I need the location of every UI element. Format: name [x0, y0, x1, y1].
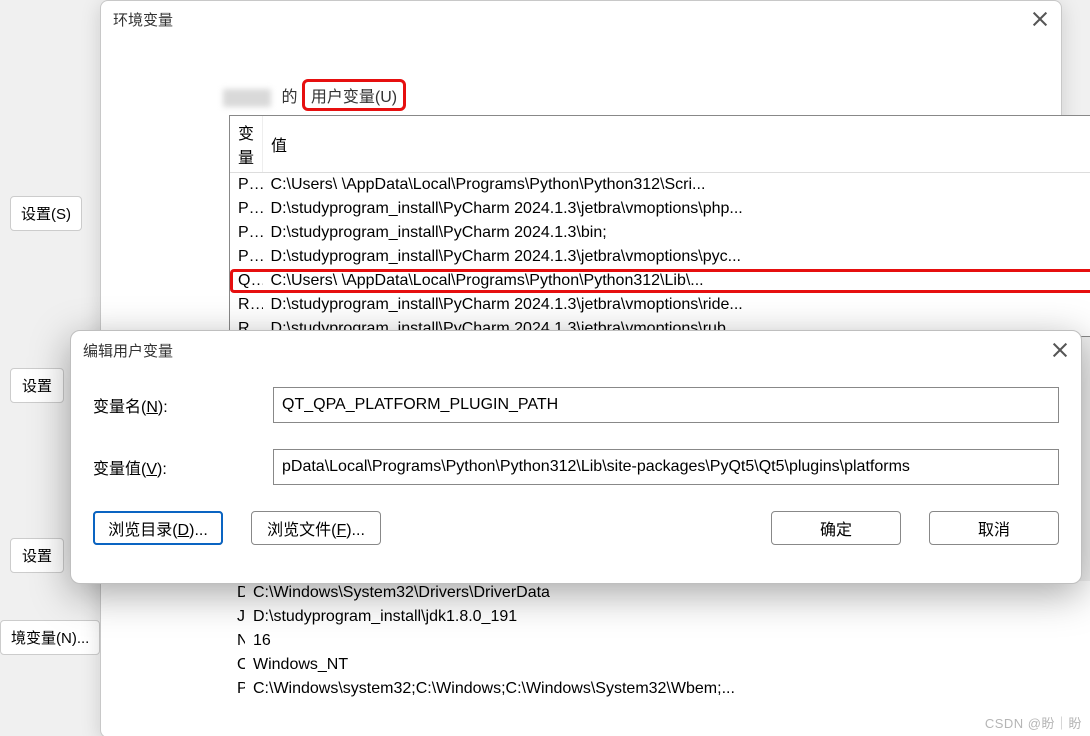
- browse-file-button[interactable]: 浏览文件(F)...: [251, 511, 381, 545]
- user-vars-section-label: 的 用户变量(U): [223, 79, 406, 111]
- close-icon[interactable]: [1031, 10, 1049, 28]
- cancel-button[interactable]: 取消: [929, 511, 1059, 545]
- settings-button-1[interactable]: 设置: [10, 368, 64, 403]
- browse-dir-button[interactable]: 浏览目录(D)...: [93, 511, 223, 545]
- settings-button-2[interactable]: 设置: [10, 538, 64, 573]
- table-row[interactable]: PyCharmD:\studyprogram_install\PyCharm 2…: [230, 221, 1090, 245]
- col-variable[interactable]: 变量: [230, 116, 263, 173]
- table-row[interactable]: QT_QPA_PLATFORM_PLUGI...C:\Users\ \AppDa…: [230, 269, 1090, 293]
- dialog-title: 编辑用户变量: [83, 340, 173, 361]
- close-icon[interactable]: [1051, 341, 1069, 359]
- user-vars-highlight: 用户变量(U): [302, 79, 406, 111]
- edit-user-variable-dialog: 编辑用户变量 变量名(N): 变量值(V): 浏览目录(D)... 浏览文件(F…: [70, 330, 1082, 584]
- table-row[interactable]: NUMBER_OF_PROCESSORS16: [229, 629, 1090, 653]
- table-row[interactable]: JAVA_HOMED:\studyprogram_install\jdk1.8.…: [229, 605, 1090, 629]
- var-name-label: 变量名(N):: [93, 393, 273, 417]
- env-vars-n-button[interactable]: 境变量(N)...: [0, 620, 100, 655]
- var-name-input[interactable]: [273, 387, 1059, 423]
- col-value[interactable]: 值: [263, 116, 1090, 173]
- settings-s-button[interactable]: 设置(S): [10, 196, 82, 231]
- user-vars-table[interactable]: 变量 值 PathC:\Users\ \AppData\Local\Progra…: [229, 115, 1090, 337]
- system-vars-table[interactable]: DriverDataC:\Windows\System32\Drivers\Dr…: [229, 581, 1090, 736]
- table-row[interactable]: OSWindows_NT: [229, 653, 1090, 677]
- username-blur: [223, 89, 271, 107]
- var-value-label: 变量值(V):: [93, 455, 273, 479]
- table-row[interactable]: PHPSTORM_VM_OPTIONSD:\studyprogram_insta…: [230, 197, 1090, 221]
- window-title: 环境变量: [113, 9, 173, 30]
- ok-button[interactable]: 确定: [771, 511, 901, 545]
- table-row[interactable]: RIDER_VM_OPTIONSD:\studyprogram_install\…: [230, 293, 1090, 317]
- table-row[interactable]: PYCHARM_VM_OPTIONSD:\studyprogram_instal…: [230, 245, 1090, 269]
- table-row[interactable]: PathC:\Windows\system32;C:\Windows;C:\Wi…: [229, 677, 1090, 701]
- table-row[interactable]: DriverDataC:\Windows\System32\Drivers\Dr…: [229, 581, 1090, 605]
- table-row[interactable]: PathC:\Users\ \AppData\Local\Programs\Py…: [230, 173, 1090, 198]
- var-value-input[interactable]: [273, 449, 1059, 485]
